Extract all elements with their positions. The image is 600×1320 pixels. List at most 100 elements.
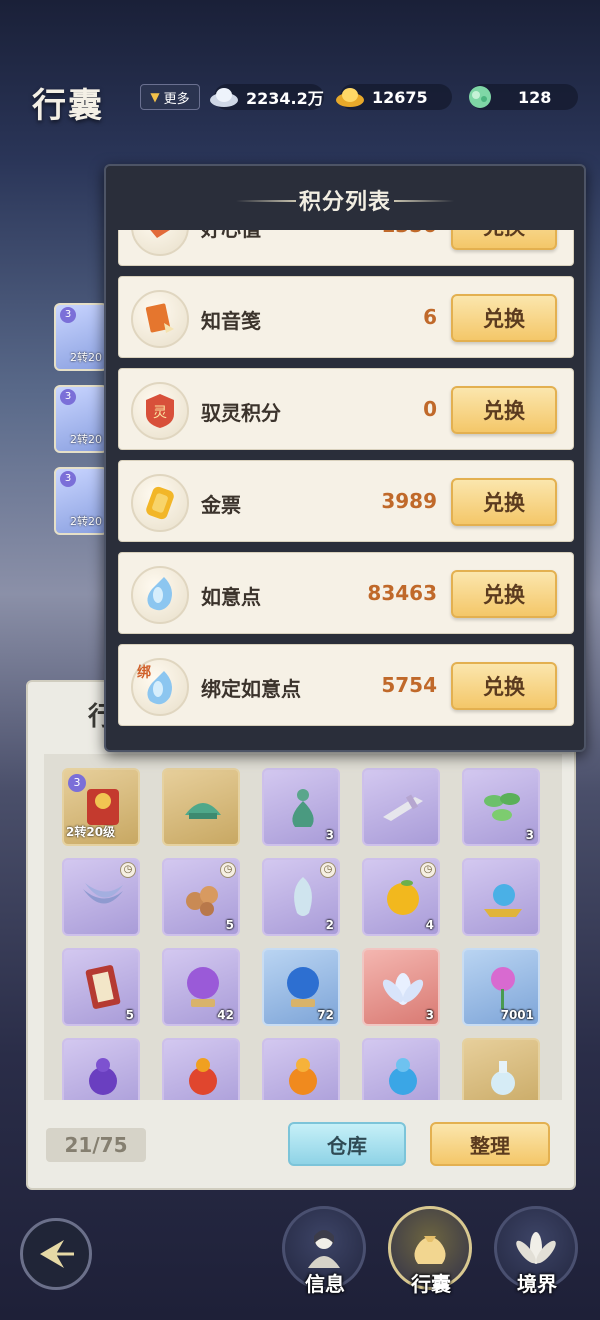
title-decoration [236,200,296,202]
bottle-icon [476,1050,530,1100]
item-count: 42 [217,1008,234,1022]
purple-gourd-icon [76,1050,130,1100]
level-badge: 3 [60,471,76,487]
clock-icon: ◷ [420,862,436,878]
sort-button[interactable]: 整理 [430,1122,550,1166]
bag-slot[interactable]: 7001 [462,948,540,1026]
bag-slot[interactable]: 3 [462,768,540,846]
nuts-icon [176,870,230,924]
upgrade-label: 2转20级 [66,825,116,839]
equip-card-text: 2转20 [70,515,102,528]
currency-gold[interactable]: 12675 [336,84,452,110]
points-row: 金票 3989 兑换 [118,460,574,542]
red-gourd-icon [176,1050,230,1100]
points-list-popup: 积分列表 好心值 1350 兑换 知音笺 6 兑换 灵 驭灵积分 0 兑换 金票… [104,164,586,752]
bag-panel: 行 3 2转20级 3 3 ◷ ◷ 5 ◷ 2 ◷ 4 5 42 72 3 70… [26,680,576,1190]
flower-icon [476,960,530,1014]
chevron-down-icon: ▼ [150,90,160,104]
bag-slot[interactable] [262,1038,340,1100]
bag-slot[interactable] [462,858,540,936]
points-name: 绑定如意点 [201,677,301,701]
bag-slot[interactable] [362,768,440,846]
points-list[interactable]: 好心值 1350 兑换 知音笺 6 兑换 灵 驭灵积分 0 兑换 金票 3989… [118,230,576,742]
points-value: 0 [423,397,437,421]
bag-grid[interactable]: 3 2转20级 3 3 ◷ ◷ 5 ◷ 2 ◷ 4 5 42 72 3 7001 [44,754,562,1100]
bag-slot[interactable] [362,1038,440,1100]
warehouse-button[interactable]: 仓库 [288,1122,406,1166]
bag-slot[interactable]: 3 2转20级 [62,768,140,846]
item-count: 5 [125,1008,134,1022]
potion-gold-icon [476,870,530,924]
clock-icon: ◷ [220,862,236,878]
silver-ingot-icon [208,83,240,111]
points-value: 6 [423,305,437,329]
currency-silver[interactable]: 2234.2万 [210,84,324,110]
bag-slot[interactable] [162,768,240,846]
level-badge: 3 [68,774,86,792]
points-name: 好心值 [201,230,261,242]
points-row: 好心值 1350 兑换 [118,230,574,266]
spirit-badge-icon: 灵 [131,382,189,440]
nav-bag[interactable]: 行囊 [388,1206,474,1306]
lotus-realm-icon [516,1232,556,1264]
back-button[interactable] [20,1218,92,1290]
clock-icon: ◷ [120,862,136,878]
points-name: 金票 [201,493,241,517]
more-label: 更多 [163,91,190,107]
bound-ruyi-drop-icon: 绑 [131,658,189,716]
item-count: 3 [325,828,334,842]
points-value: 3989 [381,489,437,513]
jade-icon [464,83,496,111]
title-decoration [394,200,454,202]
bag-slot[interactable]: 5 [62,948,140,1026]
popup-title: 积分列表 [106,184,584,216]
gold-ingot-icon [334,83,366,111]
item-count: 4 [425,918,434,932]
exchange-button[interactable]: 兑换 [451,230,557,250]
silver-value: 2234.2万 [246,89,324,108]
orange-gourd-icon [276,1050,330,1100]
equip-card[interactable]: 3 2转20 [54,303,108,371]
nav-label: 行囊 [411,1272,451,1296]
purple-orb-icon [176,960,230,1014]
bag-slot[interactable]: 72 [262,948,340,1026]
letter-paper-icon [131,290,189,348]
nav-info[interactable]: 信息 [282,1206,368,1306]
equip-card[interactable]: 3 2转20 [54,385,108,453]
level-badge: 3 [60,389,76,405]
points-value: 5754 [381,673,437,697]
bag-slot[interactable]: 42 [162,948,240,1026]
clock-icon: ◷ [320,862,336,878]
nav-realm[interactable]: 境界 [494,1206,580,1306]
exchange-button[interactable]: 兑换 [451,570,557,618]
bag-slot[interactable] [462,1038,540,1100]
bag-slot[interactable]: ◷ [62,858,140,936]
bag-slot[interactable]: 3 [362,948,440,1026]
exchange-button[interactable]: 兑换 [451,386,557,434]
bag-slot[interactable]: 3 [262,768,340,846]
equip-card[interactable]: 3 2转20 [54,467,108,535]
points-name: 驭灵积分 [201,401,281,425]
exchange-button[interactable]: 兑换 [451,294,557,342]
bag-slot[interactable]: ◷ 5 [162,858,240,936]
more-button[interactable]: ▼ 更多 [140,84,200,110]
bag-slot[interactable]: ◷ 2 [262,858,340,936]
bag-capacity: 21/75 [46,1128,146,1162]
points-row: 知音笺 6 兑换 [118,276,574,358]
exchange-button[interactable]: 兑换 [451,478,557,526]
nav-label: 信息 [305,1272,345,1296]
points-name: 如意点 [201,585,261,609]
bag-slot[interactable]: ◷ 4 [362,858,440,936]
bound-badge: 绑 [137,665,151,681]
bag-icon [414,1236,446,1264]
jade-pendant-icon [176,780,230,834]
popup-title-text: 积分列表 [298,190,391,215]
gold-ticket-icon [131,474,189,532]
currency-jade[interactable]: 128 [469,84,578,110]
item-count: 72 [317,1008,334,1022]
gold-value: 12675 [372,87,428,107]
bag-slot[interactable] [162,1038,240,1100]
bag-slot[interactable] [62,1038,140,1100]
item-count: 2 [325,918,334,932]
exchange-button[interactable]: 兑换 [451,662,557,710]
